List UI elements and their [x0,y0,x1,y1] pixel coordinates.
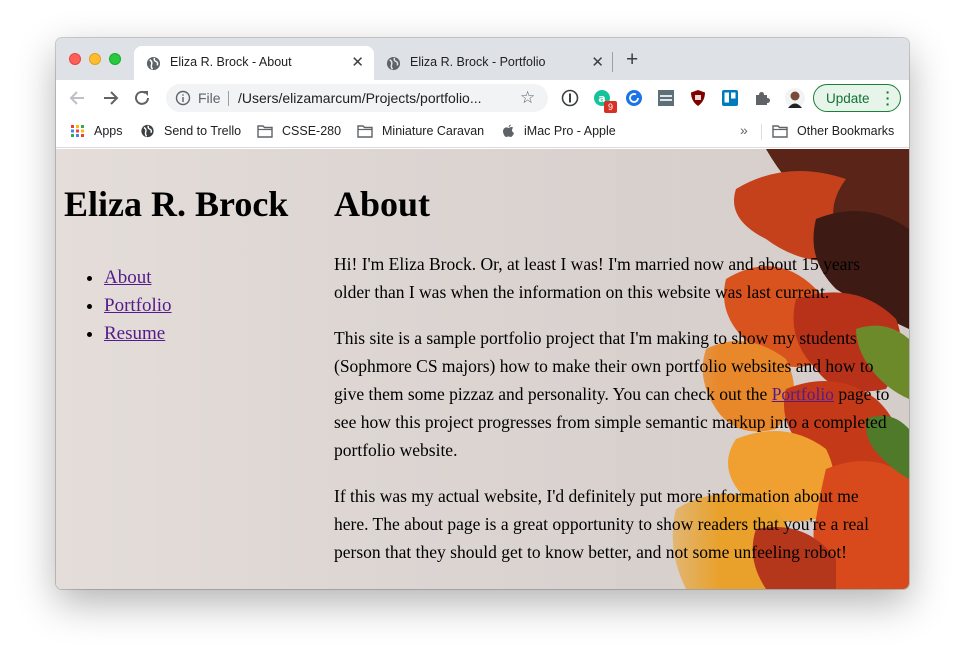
info-icon[interactable] [175,90,191,106]
new-tab-button[interactable]: + [626,49,638,70]
bookmark-miniature-caravan[interactable]: Miniature Caravan [357,124,484,138]
nav-item: About [104,267,172,295]
password-manager-icon[interactable] [561,89,579,107]
nav-item: Resume [104,323,172,351]
sync-extension-icon[interactable] [625,89,643,107]
bookmark-csse-280[interactable]: CSSE-280 [257,124,341,138]
zoom-window-button[interactable] [109,53,121,65]
globe-icon [141,124,154,138]
puzzle-extensions-icon[interactable] [753,89,771,107]
page-viewport: Eliza R. Brock About Portfolio Resume Ab… [56,149,909,589]
trello-icon[interactable] [721,89,739,107]
bookmark-other-bookmarks[interactable]: Other Bookmarks [772,124,894,138]
bookmarks-bar: Apps Send to Trello CSSE-280 Miniature C… [56,116,909,148]
tab-close-icon[interactable]: ✕ [591,53,604,71]
about-paragraph-1: Hi! I'm Eliza Brock. Or, at least I was!… [334,254,861,302]
forward-arrow-icon[interactable] [100,88,120,108]
folder-icon [772,125,788,138]
bookmark-label: Apps [94,124,123,138]
main-content: About Hi! I'm Eliza Brock. Or, at least … [334,183,894,584]
close-window-button[interactable] [69,53,81,65]
tab-title: Eliza R. Brock - About [170,55,292,69]
extension-badge: 9 [604,101,617,113]
browser-window: Eliza R. Brock - About ✕ Eliza R. Brock … [56,38,909,589]
site-title: Eliza R. Brock [64,184,289,224]
nav-link-about[interactable]: About [104,267,152,288]
tab-about[interactable]: Eliza R. Brock - About ✕ [134,46,374,80]
bookmarks-separator [761,124,762,140]
apple-logo-icon [503,124,514,137]
tab-title: Eliza R. Brock - Portfolio [410,55,546,69]
nav-link-portfolio[interactable]: Portfolio [104,295,172,316]
folder-icon [357,125,373,138]
toolbar: File /Users/elizamarcum/Projects/portfol… [56,80,909,116]
more-menu-icon[interactable]: · · · [885,85,891,111]
tab-separator [612,52,613,72]
update-label: Update [826,91,870,106]
ublock-shield-icon[interactable] [689,89,707,107]
bookmark-label: Miniature Caravan [382,124,485,138]
about-paragraph-2: This site is a sample portfolio project … [334,324,894,464]
folder-icon [257,125,273,138]
plan-eat-icon[interactable] [657,89,675,107]
bookmark-label: iMac Pro - Apple [524,124,616,138]
back-arrow-icon[interactable] [68,88,88,108]
bookmark-apps[interactable]: Apps [70,124,123,138]
bookmarks-overflow-button[interactable]: » [740,122,748,138]
scheme-label: File [198,90,221,106]
bookmark-imac-pro[interactable]: iMac Pro - Apple [502,124,616,138]
update-button[interactable]: Update · · · [813,84,901,112]
tab-portfolio[interactable]: Eliza R. Brock - Portfolio ✕ [374,46,614,80]
site-nav: About Portfolio Resume [104,267,172,351]
page-heading: About [334,184,431,224]
nav-item: Portfolio [104,295,172,323]
bookmark-send-to-trello[interactable]: Send to Trello [140,124,241,138]
tab-strip: Eliza R. Brock - About ✕ Eliza R. Brock … [56,38,909,80]
bookmark-label: Send to Trello [164,124,242,138]
bookmark-star-icon[interactable]: ☆ [520,88,535,108]
portfolio-inline-link[interactable]: Portfolio [772,384,834,404]
apps-grid-icon [71,125,84,137]
address-bar[interactable]: File /Users/elizamarcum/Projects/portfol… [166,84,548,112]
about-paragraph-3: If this was my actual website, I'd defin… [334,486,869,562]
reload-icon[interactable] [132,88,152,108]
url-text[interactable]: /Users/elizamarcum/Projects/portfolio... [238,90,506,106]
tab-close-icon[interactable]: ✕ [351,53,364,71]
nav-link-resume[interactable]: Resume [104,323,165,344]
bookmark-label: Other Bookmarks [797,124,895,138]
globe-icon [146,56,161,71]
address-separator [228,91,229,106]
globe-icon [386,56,401,71]
minimize-window-button[interactable] [89,53,101,65]
bookmark-label: CSSE-280 [282,124,342,138]
avatar[interactable] [785,88,805,108]
